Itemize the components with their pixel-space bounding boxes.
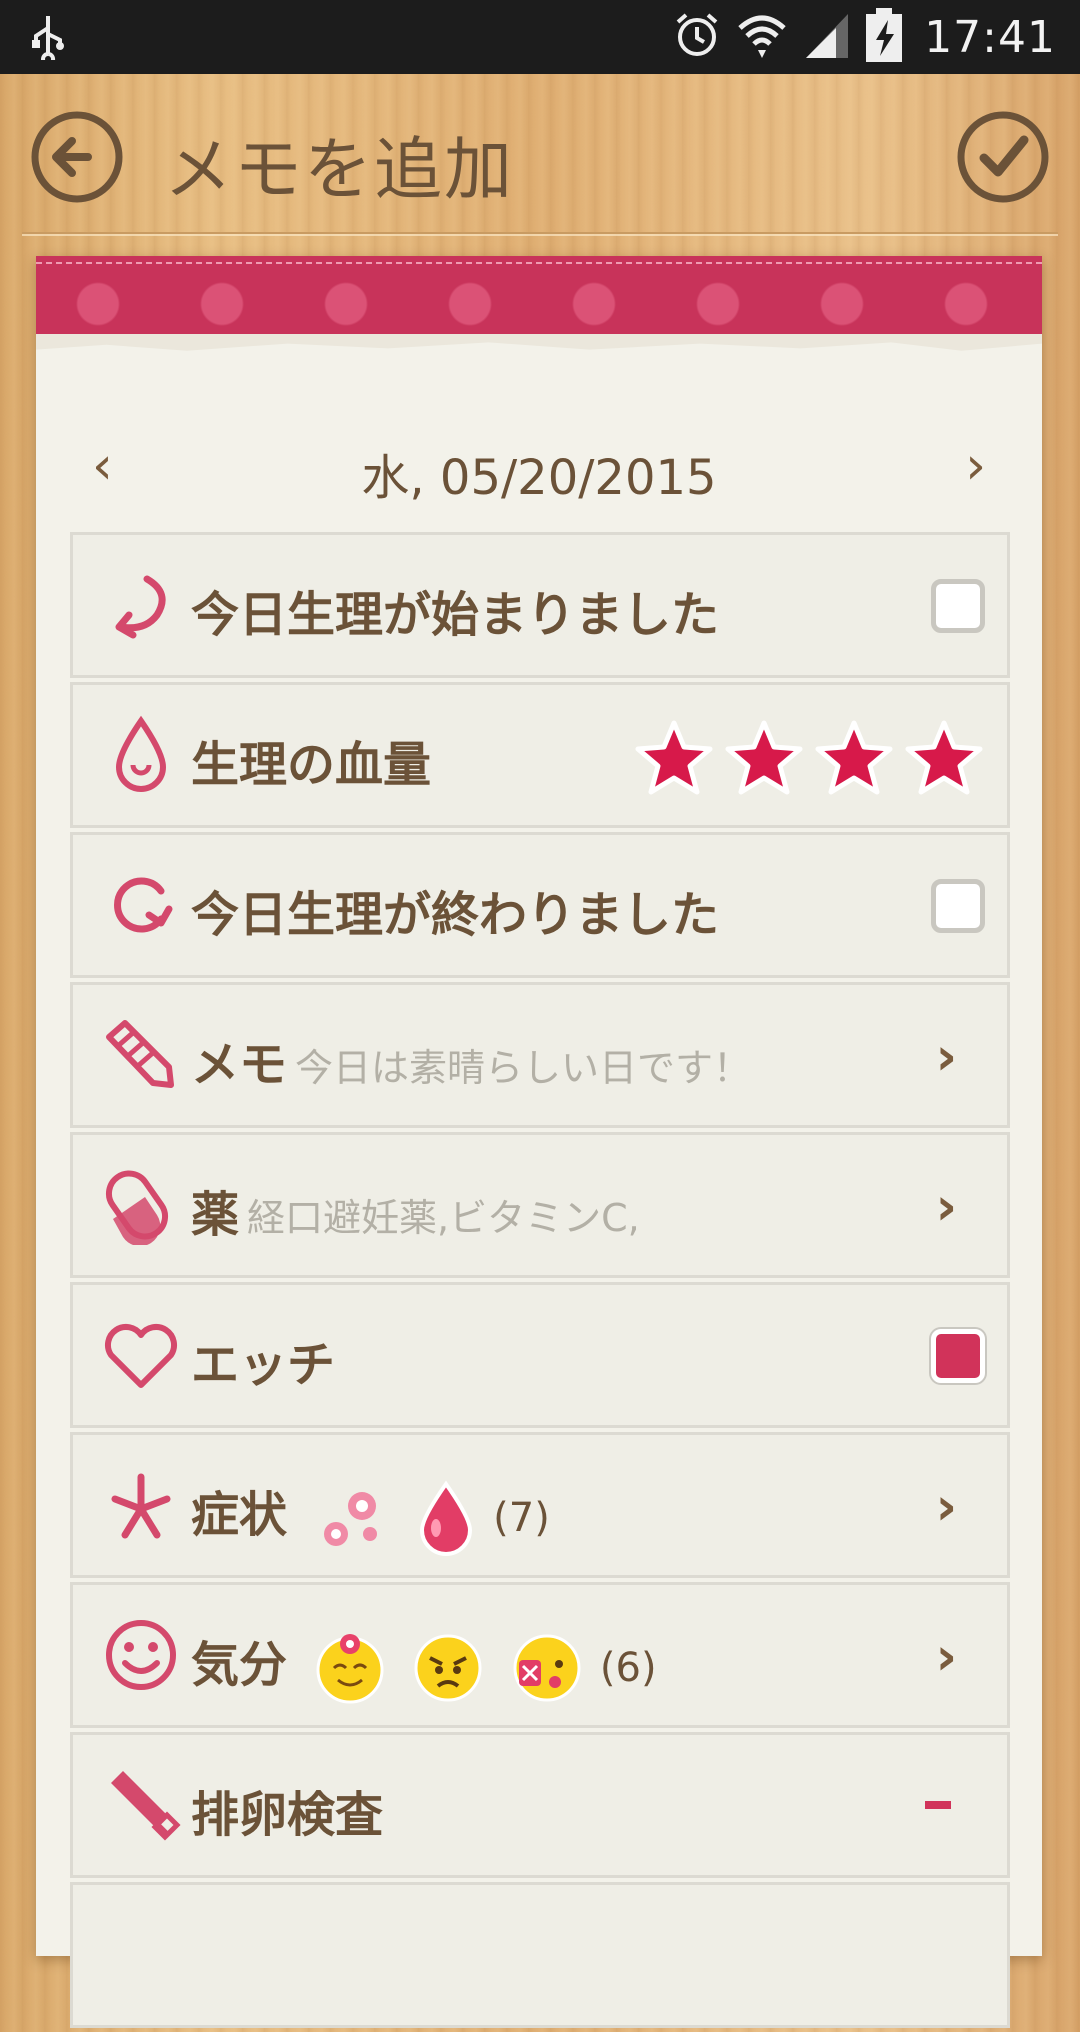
usb-icon bbox=[30, 14, 66, 66]
memo-list: 今日生理が始まりました 生理の血量 今日生理が終わりました メモ 今日は素晴らしい… bbox=[70, 532, 1010, 2032]
row-memo[interactable]: メモ 今日は素晴らしい日です！ › bbox=[70, 982, 1010, 1128]
symptom-count: (7) bbox=[493, 1495, 550, 1541]
row-flow-amount[interactable]: 生理の血量 bbox=[70, 682, 1010, 828]
row-period-started[interactable]: 今日生理が始まりました bbox=[70, 532, 1010, 678]
back-button[interactable] bbox=[30, 110, 124, 204]
period-ended-checkbox[interactable] bbox=[931, 879, 985, 933]
date-navigator: ‹ 水, 05/20/2015 › bbox=[36, 416, 1042, 506]
row-label: 今日生理が始まりました bbox=[191, 587, 720, 643]
star-icon[interactable] bbox=[905, 719, 983, 797]
signal-icon bbox=[802, 10, 852, 64]
circular-arrow-icon bbox=[114, 877, 173, 933]
asterisk-icon bbox=[111, 1473, 171, 1539]
row-label: エッチ bbox=[191, 1337, 336, 1393]
heart-ribbon bbox=[36, 256, 1042, 336]
row-label: 症状 (7) bbox=[191, 1475, 550, 1556]
status-bar: 17:41 bbox=[0, 0, 1080, 74]
heart-icon bbox=[104, 1324, 178, 1388]
row-ovulation-test[interactable]: 排卵検査 bbox=[70, 1732, 1010, 1878]
next-day-button[interactable]: › bbox=[965, 436, 986, 496]
memo-preview: 今日は素晴らしい日です！ bbox=[295, 1046, 752, 1090]
row-label: 今日生理が終わりました bbox=[191, 887, 720, 943]
smiley-icon bbox=[106, 1620, 176, 1690]
test-strip-icon bbox=[111, 1771, 181, 1841]
flow-rating[interactable] bbox=[635, 719, 983, 797]
chevron-right-icon: › bbox=[935, 1027, 957, 1087]
row-label: メモ 今日は素晴らしい日です！ bbox=[191, 1037, 752, 1093]
medicine-preview: 経口避妊薬,ビタミンC, bbox=[247, 1196, 640, 1240]
curved-arrow-icon bbox=[115, 575, 166, 639]
blood-drop-icon bbox=[420, 1480, 473, 1556]
star-icon[interactable] bbox=[635, 719, 713, 797]
current-date: 水, 05/20/2015 bbox=[361, 450, 717, 506]
torn-paper-edge bbox=[36, 334, 1042, 351]
drop-icon bbox=[115, 715, 167, 792]
flower-symptom-icon bbox=[323, 1492, 377, 1546]
alarm-icon bbox=[672, 10, 722, 64]
row-mood[interactable]: 気分 (6) › bbox=[70, 1582, 1010, 1728]
intercourse-checkbox[interactable] bbox=[931, 1329, 985, 1383]
mood-count: (6) bbox=[599, 1645, 657, 1691]
memo-card: ‹ 水, 05/20/2015 › 今日生理が始まりました 生理の血量 今日生理… bbox=[36, 256, 1042, 2028]
action-bar: メモを追加 bbox=[0, 74, 1080, 234]
row-label: 排卵検査 bbox=[191, 1787, 384, 1843]
row-label: 生理の血量 bbox=[191, 737, 432, 793]
row-intercourse[interactable]: エッチ bbox=[70, 1282, 1010, 1428]
back-arrow-icon bbox=[31, 111, 123, 203]
star-icon[interactable] bbox=[815, 719, 893, 797]
wifi-icon bbox=[736, 10, 788, 64]
checkmark-icon bbox=[957, 111, 1049, 203]
pencil-icon bbox=[106, 1020, 174, 1088]
clock: 17:41 bbox=[924, 11, 1056, 63]
row-partial-next[interactable] bbox=[70, 1882, 1010, 2028]
cursing-face-icon bbox=[513, 1634, 581, 1702]
chevron-right-icon: › bbox=[935, 1177, 957, 1237]
save-button[interactable] bbox=[956, 110, 1050, 204]
period-started-checkbox[interactable] bbox=[931, 579, 985, 633]
header-divider bbox=[22, 232, 1058, 234]
page-title: メモを追加 bbox=[164, 131, 515, 210]
pill-icon bbox=[105, 1170, 169, 1245]
star-icon[interactable] bbox=[725, 719, 803, 797]
row-medicine[interactable]: 薬経口避妊薬,ビタミンC, › bbox=[70, 1132, 1010, 1278]
angry-face-icon bbox=[414, 1634, 482, 1702]
ovulation-result-indicator bbox=[925, 1801, 951, 1809]
row-label: 薬経口避妊薬,ビタミンC, bbox=[191, 1187, 640, 1243]
row-label: 気分 (6) bbox=[191, 1625, 657, 1704]
battery-icon bbox=[866, 8, 903, 66]
happy-face-icon bbox=[316, 1634, 384, 1704]
row-period-ended[interactable]: 今日生理が終わりました bbox=[70, 832, 1010, 978]
chevron-right-icon: › bbox=[935, 1477, 957, 1537]
row-symptoms[interactable]: 症状 (7) › bbox=[70, 1432, 1010, 1578]
chevron-right-icon: › bbox=[935, 1627, 957, 1687]
